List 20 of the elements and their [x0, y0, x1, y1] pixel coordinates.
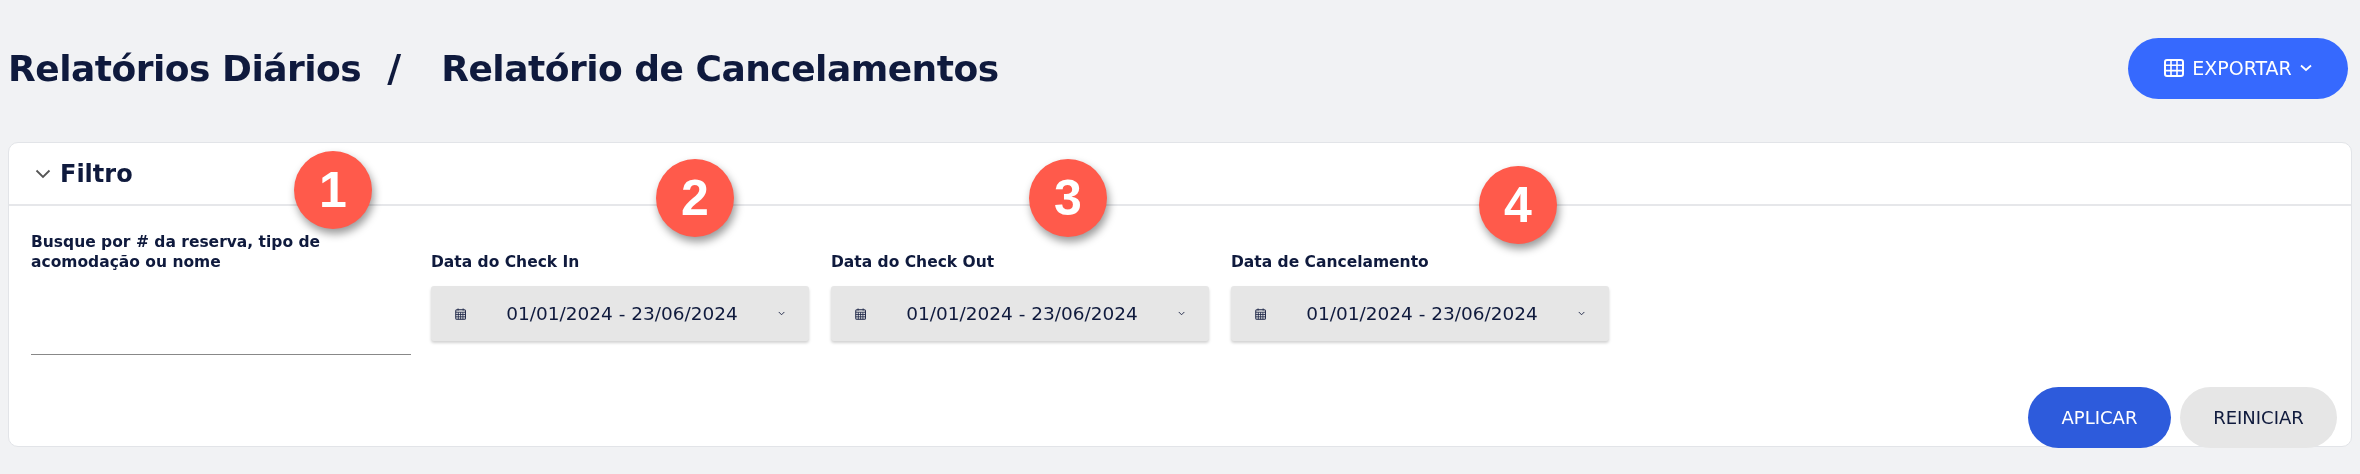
date-range-field[interactable]: 01/01/2024 - 23/06/2024	[831, 286, 1209, 341]
page-title: Relatório de Cancelamentos	[441, 47, 999, 89]
field-label: Data do Check Out	[831, 252, 996, 273]
date-range-field[interactable]: 01/01/2024 - 23/06/2024	[431, 286, 809, 341]
filter-toggle[interactable]: Filtro	[35, 159, 133, 188]
field-label: Busque por # da reserva, tipo de acomodação ou nome	[31, 232, 322, 273]
field-label: Data de Cancelamento	[1231, 252, 1430, 273]
caret-icon	[1177, 309, 1185, 318]
caret-icon	[777, 309, 785, 318]
export-button[interactable]: EXPORTAR	[2128, 37, 2348, 99]
table-icon	[2164, 59, 2185, 77]
caret-icon	[1577, 309, 1585, 318]
reset-button[interactable]: REINICIAR	[2180, 387, 2337, 448]
caret-icon	[2299, 64, 2312, 72]
chevron-icon	[35, 168, 51, 179]
date-range-field[interactable]: 01/01/2024 - 23/06/2024	[1231, 286, 1609, 341]
breadcrumb-separator: /	[387, 46, 402, 90]
apply-button[interactable]: APLICAR	[2028, 387, 2171, 448]
field-label: Data do Check In	[431, 252, 581, 273]
breadcrumb-link[interactable]: Relatórios Diários	[8, 47, 362, 89]
